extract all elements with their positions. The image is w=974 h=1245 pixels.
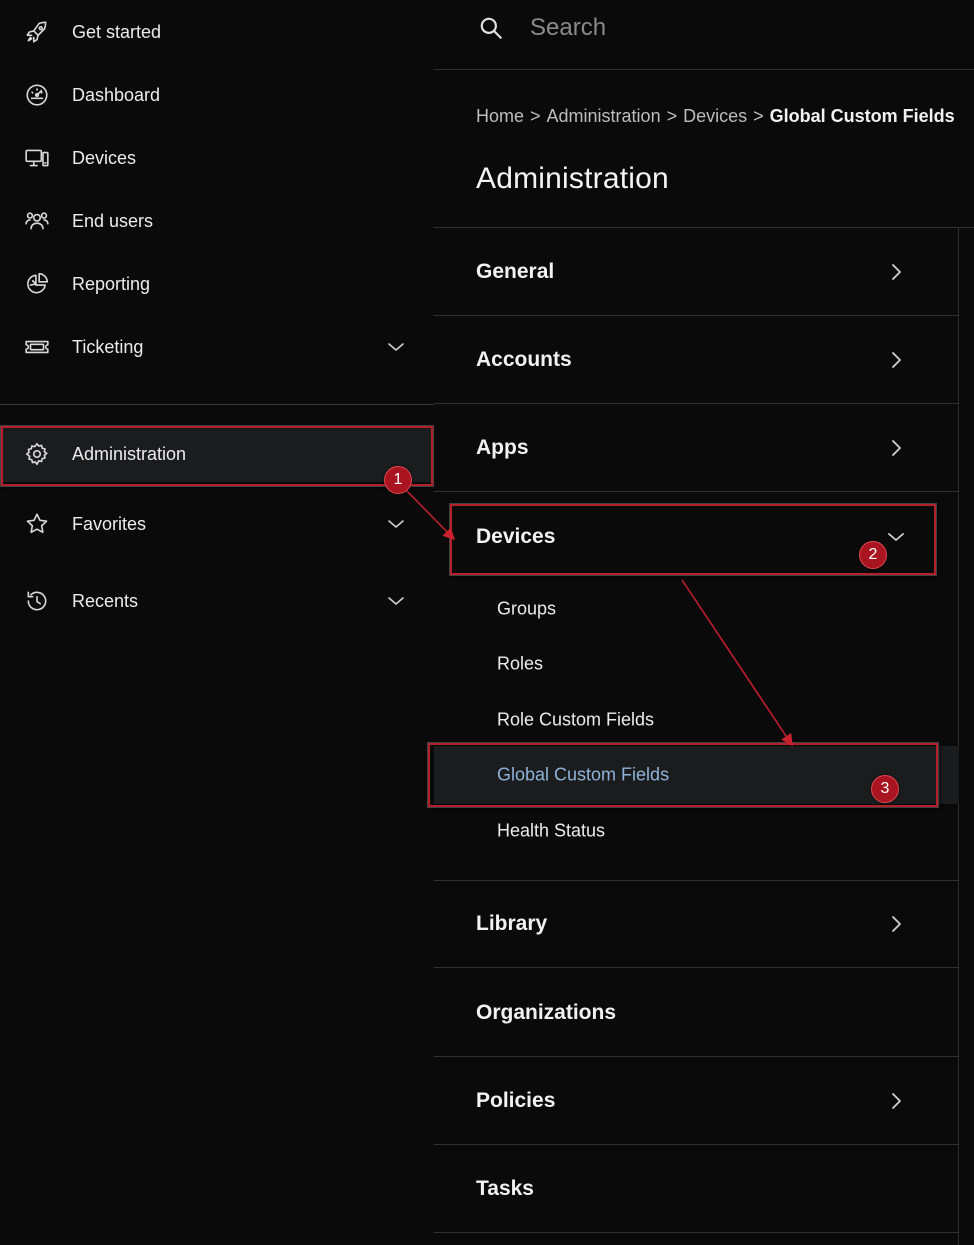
breadcrumb-separator: > — [666, 106, 678, 126]
users-icon — [23, 207, 51, 235]
submenu-item-role-custom-fields[interactable]: Role Custom Fields — [434, 694, 959, 746]
section-general[interactable]: General — [434, 228, 959, 316]
chevron-right-icon — [884, 260, 908, 284]
star-icon — [23, 510, 51, 538]
sidebar-item-ticketing[interactable]: Ticketing — [0, 319, 434, 375]
submenu-item-health-status[interactable]: Health Status — [434, 805, 959, 857]
breadcrumb-administration[interactable]: Administration — [547, 106, 661, 127]
sidebar-divider — [0, 404, 434, 405]
chevron-down-icon[interactable] — [384, 589, 408, 613]
chevron-right-icon — [884, 348, 908, 372]
chevron-right-icon — [884, 912, 908, 936]
sidebar-item-label: Administration — [72, 443, 187, 464]
sidebar-item-label: Ticketing — [72, 336, 144, 357]
sidebar-item-label: Favorites — [72, 513, 147, 534]
sidebar-item-label: Dashboard — [72, 84, 161, 105]
breadcrumb: Home > Administration > Devices > Global… — [476, 106, 955, 127]
section-apps[interactable]: Apps — [434, 404, 959, 492]
section-label: General — [476, 259, 555, 283]
sidebar-item-label: Recents — [72, 590, 139, 611]
section-devices[interactable]: Devices — [434, 493, 959, 581]
chevron-down-icon[interactable] — [384, 335, 408, 359]
submenu-item-roles[interactable]: Roles — [434, 638, 959, 690]
submenu-label: Groups — [497, 598, 557, 619]
sidebar-item-reporting[interactable]: Reporting — [0, 256, 434, 312]
ticket-icon — [23, 333, 51, 361]
sidebar-item-label: Reporting — [72, 273, 151, 294]
pie-chart-icon — [23, 270, 51, 298]
submenu-item-groups[interactable]: Groups — [434, 583, 959, 635]
breadcrumb-devices[interactable]: Devices — [683, 106, 747, 127]
section-library[interactable]: Library — [434, 880, 959, 968]
submenu-label: Roles — [497, 653, 544, 674]
section-label: Policies — [476, 1088, 556, 1112]
annotation-badge-1: 1 — [384, 466, 412, 494]
history-icon — [23, 587, 51, 615]
sidebar-item-label: Get started — [72, 21, 162, 42]
devices-icon — [23, 144, 51, 172]
search-icon[interactable] — [478, 15, 504, 41]
chevron-right-icon — [884, 436, 908, 460]
sidebar-item-get-started[interactable]: Get started — [0, 4, 434, 60]
submenu-label: Role Custom Fields — [497, 709, 655, 730]
breadcrumb-separator: > — [753, 106, 764, 126]
gear-icon — [23, 440, 51, 468]
rocket-icon — [23, 18, 51, 46]
section-accounts[interactable]: Accounts — [434, 316, 959, 404]
breadcrumb-separator: > — [530, 106, 541, 126]
page-title: Administration — [476, 162, 669, 195]
sidebar-item-devices[interactable]: Devices — [0, 130, 434, 186]
annotation-badge-2: 2 — [859, 541, 887, 569]
sidebar-item-administration[interactable]: Administration — [0, 426, 434, 482]
section-policies[interactable]: Policies — [434, 1057, 959, 1145]
section-label: Organizations — [476, 1000, 617, 1024]
search-bar — [434, 0, 974, 70]
section-organizations[interactable]: Organizations — [434, 969, 959, 1057]
section-label: Library — [476, 912, 548, 935]
breadcrumb-current: Global Custom Fields — [769, 106, 955, 126]
chevron-down-icon[interactable] — [384, 512, 408, 536]
section-label: Accounts — [476, 347, 572, 371]
sidebar-item-label: End users — [72, 210, 154, 231]
section-label: Tasks — [476, 1176, 534, 1200]
section-label: Devices — [476, 525, 556, 548]
section-tasks[interactable]: Tasks — [434, 1145, 959, 1233]
section-label: Apps — [476, 435, 529, 459]
sidebar-item-favorites[interactable]: Favorites — [0, 496, 434, 552]
submenu-label: Global Custom Fields — [497, 764, 670, 785]
chevron-down-icon — [884, 525, 908, 549]
sidebar: Get started Dashboard Devices End users … — [0, 0, 434, 1245]
submenu-label: Health Status — [497, 820, 606, 841]
sidebar-item-recents[interactable]: Recents — [0, 573, 434, 629]
sidebar-item-end-users[interactable]: End users — [0, 193, 434, 249]
sidebar-item-label: Devices — [72, 147, 137, 168]
main-content: Home > Administration > Devices > Global… — [434, 0, 974, 1245]
chevron-right-icon — [884, 1089, 908, 1113]
breadcrumb-home[interactable]: Home — [476, 106, 524, 127]
annotation-badge-3: 3 — [871, 775, 899, 803]
search-input[interactable] — [530, 10, 930, 46]
sidebar-item-dashboard[interactable]: Dashboard — [0, 67, 434, 123]
gauge-icon — [23, 81, 51, 109]
